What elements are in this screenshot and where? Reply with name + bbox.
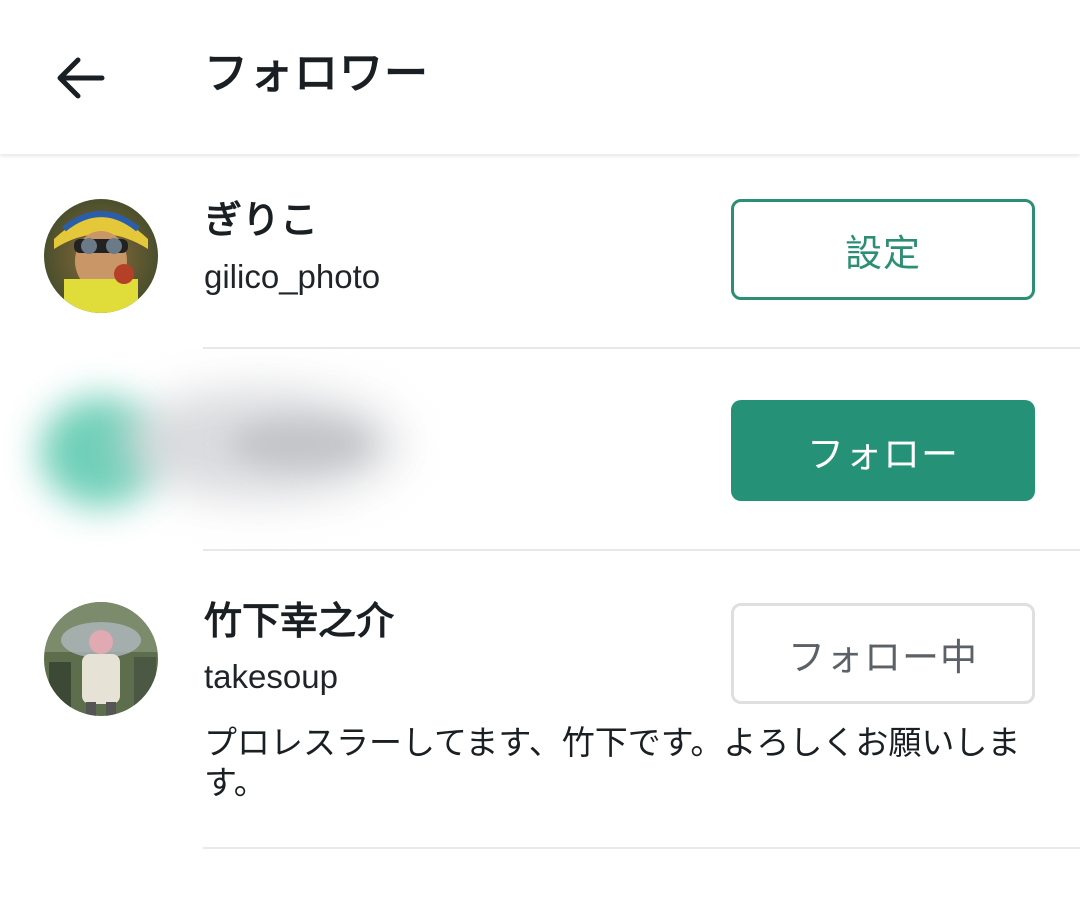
arrow-left-icon <box>57 57 105 99</box>
page-title: フォロワー <box>204 48 429 99</box>
avatar-image <box>44 199 158 313</box>
user-bio: プロレスラーしてます、竹下です。よろしくお願いします。 <box>204 723 1021 802</box>
avatar[interactable] <box>44 199 158 313</box>
following-button[interactable]: フォロー中 <box>731 603 1035 704</box>
user-name[interactable]: 竹下幸之介 <box>204 598 394 644</box>
user-handle[interactable]: gilico_photo <box>204 257 380 297</box>
user-handle[interactable]: takesoup <box>204 657 338 697</box>
obscured-user-info <box>0 349 440 551</box>
user-name[interactable]: ぎりこ <box>204 197 318 243</box>
follower-row[interactable]: 竹下幸之介 takesoup フォロー中 プロレスラーしてます、竹下です。よろし… <box>0 551 1080 849</box>
row-divider <box>203 847 1080 849</box>
avatar-image <box>44 602 158 716</box>
follower-row[interactable]: ぎりこ gilico_photo 設定 <box>0 155 1080 349</box>
avatar[interactable] <box>44 602 158 716</box>
follow-button[interactable]: フォロー <box>731 400 1035 501</box>
app-bar: フォロワー <box>0 0 1080 154</box>
settings-button[interactable]: 設定 <box>731 199 1035 300</box>
back-button[interactable] <box>44 42 116 114</box>
follower-row[interactable]: フォロー <box>0 349 1080 551</box>
follower-list: ぎりこ gilico_photo 設定 フォロー 竹下幸之介 takesoup … <box>0 155 1080 849</box>
